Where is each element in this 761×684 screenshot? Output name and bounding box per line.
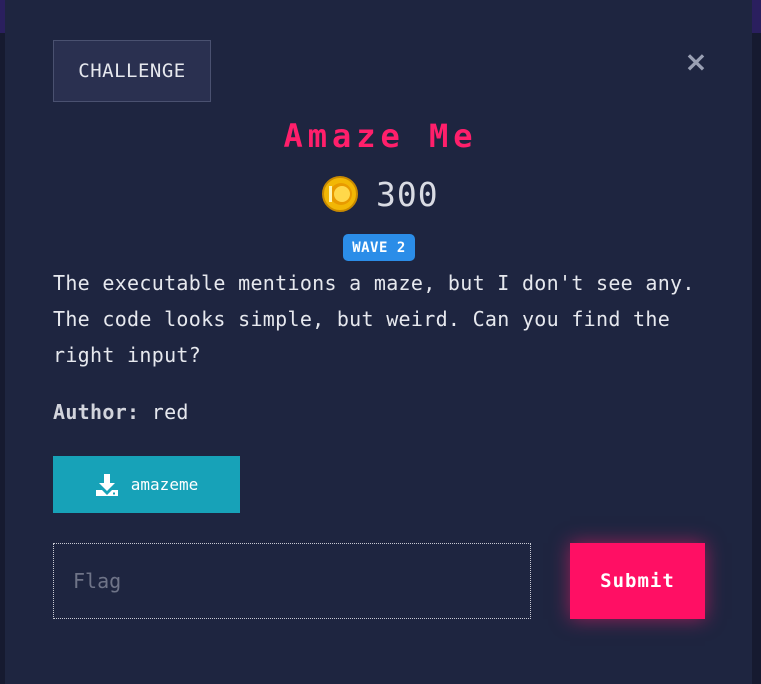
flag-input[interactable] <box>53 543 531 619</box>
wave-badge: WAVE 2 <box>343 234 415 261</box>
author-label: Author: <box>53 400 140 424</box>
points-display: 300 <box>322 174 439 214</box>
author-name: red <box>151 400 189 424</box>
challenge-title: Amaze Me <box>283 117 478 155</box>
author-line: Author: red <box>53 400 189 424</box>
tab-challenge[interactable]: CHALLENGE <box>53 40 211 102</box>
points-value: 300 <box>376 174 439 214</box>
coin-icon <box>322 176 358 212</box>
download-icon <box>95 473 118 496</box>
download-label: amazeme <box>130 475 199 494</box>
close-icon[interactable]: × <box>684 48 708 76</box>
download-button[interactable]: amazeme <box>53 456 240 513</box>
submit-button[interactable]: Submit <box>570 543 705 619</box>
challenge-description: The executable mentions a maze, but I do… <box>53 271 695 367</box>
